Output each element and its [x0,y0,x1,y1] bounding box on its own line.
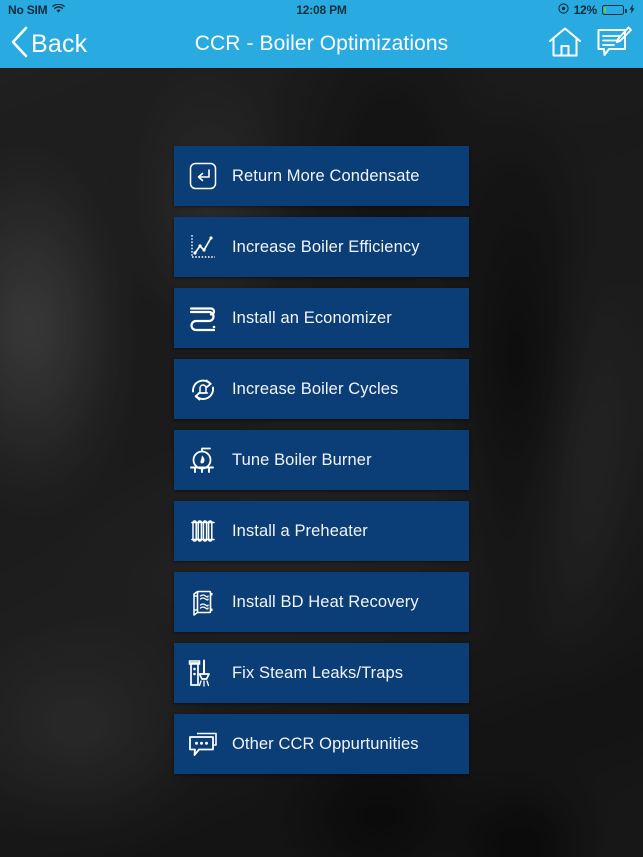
chat-bubble-icon [174,730,232,758]
optimizations-menu: Return More Condensate Increase Boiler E… [174,146,469,774]
menu-item-label: Tune Boiler Burner [232,450,372,469]
back-button-label: Back [31,29,88,58]
line-chart-icon [174,232,232,262]
nav-actions [547,25,643,64]
battery-percent-label: 12% [573,3,598,17]
chevron-left-icon [8,25,30,64]
return-key-icon [174,161,232,191]
menu-item-label: Install an Economizer [232,308,392,327]
radiator-icon [174,516,232,546]
battery-icon [602,5,627,15]
status-bar-left: No SIM [8,3,66,17]
carrier-label: No SIM [8,3,48,17]
charging-bolt-icon [629,3,635,17]
menu-item-other-ccr-opportunities[interactable]: Other CCR Oppurtunities [174,714,469,774]
status-bar-time: 12:08 PM [296,3,347,17]
menu-item-fix-steam-leaks-traps[interactable]: Fix Steam Leaks/Traps [174,643,469,703]
notes-edit-icon[interactable] [595,25,633,64]
menu-item-label: Install BD Heat Recovery [232,592,419,611]
menu-item-increase-boiler-efficiency[interactable]: Increase Boiler Efficiency [174,217,469,277]
menu-item-label: Return More Condensate [232,166,420,185]
menu-item-label: Install a Preheater [232,521,368,540]
location-services-icon [557,3,569,17]
menu-item-install-bd-heat-recovery[interactable]: Install BD Heat Recovery [174,572,469,632]
battery-level-fill [604,7,607,13]
status-bar: No SIM 12:08 PM 12% [0,0,643,20]
home-icon[interactable] [547,25,583,64]
navigation-bar: Back CCR - Boiler Optimizations [0,20,643,69]
wifi-icon [52,3,66,17]
page-title: CCR - Boiler Optimizations [194,32,449,55]
app-screen: No SIM 12:08 PM 12% Back CCR - Boiler Op… [0,0,643,857]
menu-item-return-more-condensate[interactable]: Return More Condensate [174,146,469,206]
recycle-cycle-icon [174,374,232,404]
back-button[interactable]: Back [0,25,87,64]
menu-item-label: Fix Steam Leaks/Traps [232,663,404,682]
menu-item-install-a-preheater[interactable]: Install a Preheater [174,501,469,561]
heat-exchanger-icon [174,587,232,617]
menu-item-tune-boiler-burner[interactable]: Tune Boiler Burner [174,430,469,490]
coil-pipe-icon [174,303,232,333]
menu-item-install-an-economizer[interactable]: Install an Economizer [174,288,469,348]
leaking-pipe-icon [174,657,232,689]
menu-item-label: Increase Boiler Cycles [232,379,399,398]
menu-item-increase-boiler-cycles[interactable]: Increase Boiler Cycles [174,359,469,419]
menu-item-label: Increase Boiler Efficiency [232,237,420,256]
burner-flame-icon [174,444,232,476]
menu-item-label: Other CCR Oppurtunities [232,734,419,753]
status-bar-right: 12% [557,3,635,17]
